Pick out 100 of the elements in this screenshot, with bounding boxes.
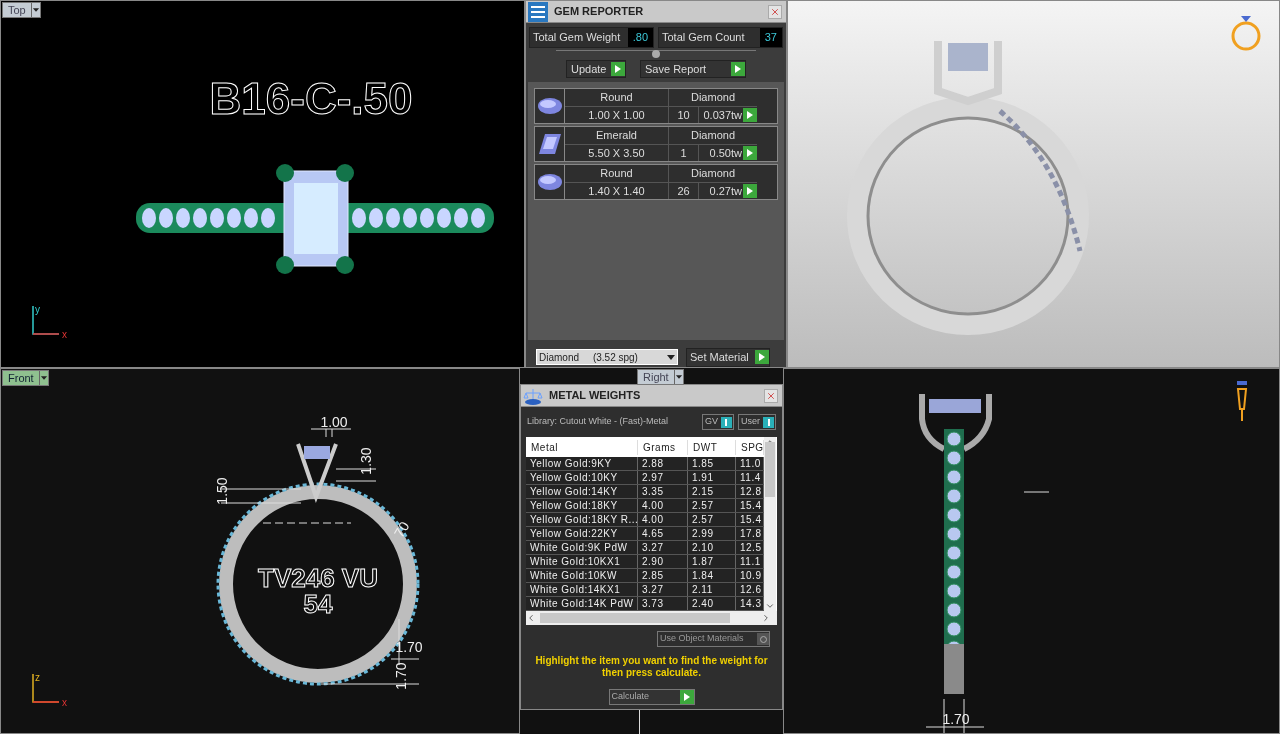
- table-row[interactable]: Yellow Gold:10KY 2.97 1.91 11.4: [526, 471, 764, 485]
- table-cell: 2.11: [688, 583, 736, 596]
- panel-title: GEM REPORTER: [554, 4, 645, 20]
- table-cell: 2.88: [638, 457, 688, 470]
- engraved-text: B16-C-.50: [209, 74, 413, 123]
- panel-button[interactable]: Update: [566, 59, 626, 78]
- table-cell: Yellow Gold:10KY: [526, 471, 638, 484]
- use-object-materials-option[interactable]: Use Object Materials: [657, 631, 770, 647]
- total-label: Total Gem Count: [659, 28, 760, 47]
- total-label: Total Gem Weight: [530, 28, 628, 47]
- gem-size: 1.40 X 1.40: [565, 182, 669, 199]
- table-cell: 2.57: [688, 499, 736, 512]
- gem-select-button[interactable]: [743, 183, 757, 198]
- table-cell: 2.85: [638, 569, 688, 582]
- table-cell: Yellow Gold:9KY: [526, 457, 638, 470]
- gem-count: 10: [669, 106, 699, 123]
- viewport-tab[interactable]: Top: [2, 2, 41, 18]
- table-cell: 2.10: [688, 541, 736, 554]
- viewport-tab[interactable]: Front: [2, 370, 49, 386]
- table-cell: 2.15: [688, 485, 736, 498]
- toggle-switch[interactable]: User: [738, 414, 776, 430]
- table-row[interactable]: White Gold:14K PdW 3.73 2.40 14.3: [526, 597, 764, 611]
- round-gem-icon: [537, 174, 562, 190]
- axis-label: y: [35, 304, 40, 315]
- table-cell: Yellow Gold:22KY: [526, 527, 638, 540]
- column-header[interactable]: DWT: [688, 439, 736, 455]
- table-row[interactable]: Yellow Gold:9KY 2.88 1.85 11.0: [526, 457, 764, 471]
- table-cell: Yellow Gold:14KY: [526, 485, 638, 498]
- dimension-label: 1.00: [320, 414, 348, 430]
- collapse-handle[interactable]: [652, 50, 660, 58]
- table-cell: 3.27: [638, 583, 688, 596]
- scroll-down-icon[interactable]: [765, 601, 775, 611]
- close-button[interactable]: [764, 388, 778, 403]
- table-row[interactable]: White Gold:10KW 2.85 1.84 10.9: [526, 569, 764, 583]
- gem-select-button[interactable]: [743, 145, 757, 160]
- horizontal-scrollbar[interactable]: [526, 611, 777, 625]
- table-cell: Yellow Gold:18KY R...: [526, 513, 638, 526]
- gem-select-button[interactable]: [743, 107, 757, 122]
- table-cell: 1.87: [688, 555, 736, 568]
- round-gem-icon: [537, 98, 562, 114]
- gem-row[interactable]: Emerald Diamond 5.50 X 3.50 1 0.50tw: [534, 126, 778, 162]
- dimension-label: 1.50: [214, 477, 230, 505]
- gem-material: Diamond: [669, 165, 757, 183]
- axis-label: x: [62, 697, 67, 708]
- dimension-label: 1.70: [395, 639, 423, 655]
- toggle-switch[interactable]: GV: [701, 414, 734, 430]
- table-row[interactable]: White Gold:9K PdW 3.27 2.10 12.5: [526, 541, 764, 555]
- table-row[interactable]: Yellow Gold:22KY 4.65 2.99 17.8: [526, 527, 764, 541]
- table-cell: 1.84: [688, 569, 736, 582]
- table-row[interactable]: White Gold:14KX1 3.27 2.11 12.6: [526, 583, 764, 597]
- panel-button[interactable]: Save Report: [640, 59, 746, 78]
- calculate-button[interactable]: Calculate: [608, 689, 695, 705]
- close-button[interactable]: [768, 4, 782, 19]
- ring-icon: [1231, 16, 1261, 51]
- gem-row[interactable]: Round Diamond 1.00 X 1.00 10 0.037tw: [534, 88, 778, 124]
- axis-label: z: [35, 672, 40, 683]
- table-cell: 3.35: [638, 485, 688, 498]
- gem-material: Diamond: [669, 89, 757, 107]
- gem-size: 1.00 X 1.00: [565, 106, 669, 123]
- play-icon: [755, 350, 769, 365]
- gem-weight: 0.50tw: [708, 145, 743, 161]
- close-icon: [766, 390, 776, 401]
- gem-row[interactable]: Round Diamond 1.40 X 1.40 26 0.27tw: [534, 164, 778, 200]
- scale-icon: [523, 386, 543, 405]
- table-row[interactable]: Yellow Gold:18KY 4.00 2.57 15.4: [526, 499, 764, 513]
- scroll-right-icon[interactable]: [761, 613, 771, 623]
- instruction-text: Highlight the item you want to find the weight for then press calculate.: [534, 655, 769, 679]
- scroll-left-icon[interactable]: [526, 613, 536, 623]
- dimension-label: 1.30: [358, 447, 374, 475]
- table-cell: White Gold:10KW: [526, 569, 638, 582]
- set-material-button[interactable]: Set Material: [686, 348, 770, 367]
- table-cell: 2.57: [688, 513, 736, 526]
- library-label: Library: Cutout White - (Fast)-Metal: [527, 415, 670, 429]
- table-cell: 1.85: [688, 457, 736, 470]
- table-cell: 4.65: [638, 527, 688, 540]
- close-icon: [770, 6, 780, 17]
- gem-material: Diamond: [669, 127, 757, 145]
- table-row[interactable]: Yellow Gold:18KY R... 4.00 2.57 15.4: [526, 513, 764, 527]
- play-icon: [679, 690, 694, 704]
- vertical-scrollbar[interactable]: [764, 437, 776, 611]
- table-cell: White Gold:14K PdW: [526, 597, 638, 610]
- dimension-lines: [925, 698, 985, 733]
- caret-icon: [38, 371, 48, 385]
- table-cell: 2.97: [638, 471, 688, 484]
- panel-title: METAL WEIGHTS: [549, 388, 642, 404]
- table-row[interactable]: Yellow Gold:14KY 3.35 2.15 12.8: [526, 485, 764, 499]
- dimension-label: 70: [390, 518, 413, 541]
- column-header[interactable]: Metal: [526, 439, 638, 455]
- dimension-label: 1.70: [942, 711, 970, 727]
- play-icon: [731, 61, 745, 76]
- viewport-tab[interactable]: Right: [637, 369, 684, 385]
- table-cell: Yellow Gold:18KY: [526, 499, 638, 512]
- material-dropdown[interactable]: Diamond (3.52 spg): [536, 349, 678, 366]
- column-header[interactable]: Grams: [638, 439, 688, 455]
- caret-icon: [673, 370, 683, 384]
- table-cell: 3.27: [638, 541, 688, 554]
- gem-size: 5.50 X 3.50: [565, 144, 669, 161]
- table-cell: White Gold:14KX1: [526, 583, 638, 596]
- table-row[interactable]: White Gold:10KX1 2.90 1.87 11.1: [526, 555, 764, 569]
- play-icon: [747, 148, 753, 157]
